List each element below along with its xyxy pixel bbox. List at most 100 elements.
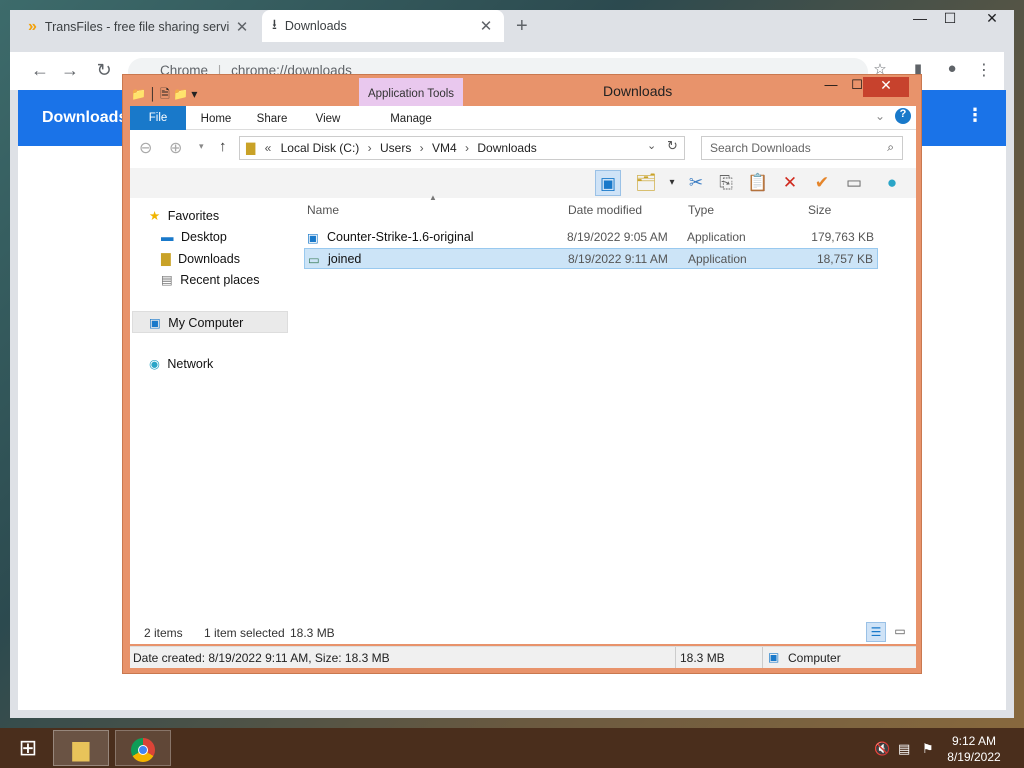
recent-locations-icon[interactable]: ▾ [199, 141, 204, 152]
column-date-modified[interactable]: Date modified [568, 203, 642, 217]
file-row[interactable]: ▭ joined 8/19/2022 9:11 AM Application 1… [304, 248, 878, 269]
nav-item-recent-places[interactable]: ▤ Recent places [161, 272, 260, 287]
clock-time: 9:12 AM [951, 734, 997, 748]
status-bar: 2 items 1 item selected 18.3 MB ☰ ▭ [130, 620, 916, 644]
tab-manage[interactable]: Manage [359, 108, 463, 130]
nav-item-downloads[interactable]: ▇ Downloads [161, 251, 240, 266]
tab-transfiles[interactable]: » TransFiles - free file sharing servi ✕ [18, 12, 260, 42]
desktop-icon: ▬ [161, 230, 174, 244]
address-breadcrumb[interactable]: ▇ « Local Disk (C:) › Users › VM4 › Down… [239, 136, 685, 160]
file-row[interactable]: ▣ Counter-Strike-1.6-original 8/19/2022 … [304, 227, 878, 248]
preview-pane-icon[interactable]: ▣ [595, 170, 621, 196]
ribbon-bar [130, 106, 916, 130]
star-icon: ★ [149, 209, 161, 223]
profile-avatar-icon[interactable]: ● [940, 60, 964, 77]
details-location: Computer [788, 651, 841, 665]
details-bar: Date created: 8/19/2022 9:11 AM, Size: 1… [130, 646, 916, 668]
breadcrumb-local-disk[interactable]: Local Disk (C:) [281, 141, 360, 155]
rename-icon[interactable]: ▭ [841, 170, 867, 196]
tab-title: Downloads [284, 19, 347, 33]
breadcrumb-downloads[interactable]: Downloads [477, 141, 536, 155]
breadcrumb-overflow[interactable]: « [265, 141, 272, 155]
breadcrumb-vm4[interactable]: VM4 [432, 141, 457, 155]
address-dropdown-icon[interactable]: ⌄ [647, 139, 656, 152]
file-explorer-taskbar-icon[interactable]: ▆ [53, 730, 109, 766]
selection-size: 18.3 MB [290, 626, 335, 640]
chevron-right-icon[interactable]: › [368, 141, 372, 155]
globe-icon[interactable]: ● [879, 170, 905, 196]
close-icon[interactable]: ✕ [972, 10, 1012, 27]
properties-dropdown-icon[interactable]: ▾ [659, 170, 685, 196]
nav-label: Recent places [180, 273, 260, 287]
large-icons-view-icon[interactable]: ▭ [890, 622, 910, 642]
folder-icon: ▇ [246, 141, 256, 155]
start-button[interactable]: ⊞ [0, 730, 56, 766]
details-view-icon[interactable]: ☰ [866, 622, 886, 642]
taskbar-clock[interactable]: 9:12 AM 8/19/2022 [934, 733, 1014, 765]
application-tools-label: Application Tools [359, 78, 463, 108]
file-type: Application [687, 230, 746, 244]
column-name[interactable]: Name [307, 203, 339, 217]
tab-view[interactable]: View [305, 108, 351, 130]
item-count: 2 items [144, 626, 183, 640]
nav-network[interactable]: ◉ Network [149, 356, 213, 371]
close-icon[interactable]: ✕ [863, 77, 909, 97]
chevron-right-icon[interactable]: › [420, 141, 424, 155]
nav-label: My Computer [168, 316, 244, 330]
window-title: Downloads [603, 83, 673, 99]
help-icon[interactable]: ? [895, 108, 911, 124]
nav-label: Desktop [180, 230, 227, 244]
breadcrumb-users[interactable]: Users [380, 141, 411, 155]
tab-share[interactable]: Share [249, 108, 295, 130]
chevron-right-icon[interactable]: › [465, 141, 469, 155]
chrome-taskbar-icon[interactable] [115, 730, 171, 766]
close-tab-icon[interactable]: ✕ [478, 17, 494, 35]
tab-file[interactable]: File [130, 106, 186, 130]
downloads-menu-icon[interactable]: ⋮ [966, 105, 984, 126]
close-tab-icon[interactable]: ✕ [234, 18, 250, 36]
transfiles-icon: » [28, 18, 37, 35]
tab-downloads[interactable]: ⭳ Downloads ✕ [262, 10, 504, 42]
minimize-icon[interactable]: — [817, 77, 845, 92]
file-size: 18,757 KB [816, 252, 873, 266]
details-size: 18.3 MB [680, 651, 725, 665]
nav-favorites[interactable]: ★ Favorites [149, 208, 219, 223]
chrome-menu-icon[interactable]: ⋮ [972, 60, 996, 80]
copy-icon[interactable]: ⎘ [713, 170, 739, 196]
action-center-icon[interactable]: ⚑ [922, 741, 934, 757]
nav-my-computer[interactable]: ▣ My Computer [132, 311, 288, 333]
delete-icon[interactable]: ✕ [777, 170, 803, 196]
ribbon-expand-icon[interactable]: ⌄ [875, 109, 885, 123]
clock-date: 8/19/2022 [947, 750, 1001, 764]
nav-item-desktop[interactable]: ▬ Desktop [161, 230, 227, 244]
file-type: Application [688, 252, 747, 266]
column-type[interactable]: Type [688, 203, 714, 217]
file-date: 8/19/2022 9:05 AM [567, 230, 668, 244]
maximize-icon[interactable]: ☐ [930, 10, 970, 27]
network-tray-icon[interactable]: ▤ [898, 741, 910, 757]
reload-icon[interactable]: ↻ [92, 60, 116, 81]
downloads-folder-icon: ▇ [161, 252, 171, 266]
volume-muted-icon[interactable]: 🔇 [874, 741, 890, 757]
forward-icon[interactable]: → [58, 60, 82, 81]
forward-icon[interactable]: ⊕ [169, 138, 182, 158]
file-name: joined [328, 252, 362, 266]
column-size[interactable]: Size [808, 203, 831, 217]
explorer-window: 📁 │ 🗎 📁 ▾ Application Tools Downloads — … [122, 74, 922, 674]
cut-icon[interactable]: ✂ [683, 170, 709, 196]
up-icon[interactable]: ↑ [219, 138, 227, 155]
nav-label: Downloads [178, 252, 240, 266]
tab-home[interactable]: Home [193, 108, 239, 130]
search-input[interactable]: Search Downloads ⌕ [701, 136, 903, 160]
paste-icon[interactable]: 📋 [745, 170, 771, 196]
properties-icon[interactable]: 🗂 [633, 170, 659, 196]
check-icon[interactable]: ✔ [809, 170, 835, 196]
file-name: Counter-Strike-1.6-original [327, 230, 474, 244]
back-icon[interactable]: ⊖ [139, 138, 152, 158]
quick-access-toolbar[interactable]: 📁 │ 🗎 📁 ▾ [131, 85, 197, 106]
back-icon[interactable]: ← [28, 60, 52, 81]
search-placeholder: Search Downloads [710, 141, 811, 155]
application-icon: ▭ [308, 253, 320, 267]
new-tab-button[interactable]: + [516, 15, 528, 38]
refresh-icon[interactable]: ↻ [667, 138, 678, 154]
